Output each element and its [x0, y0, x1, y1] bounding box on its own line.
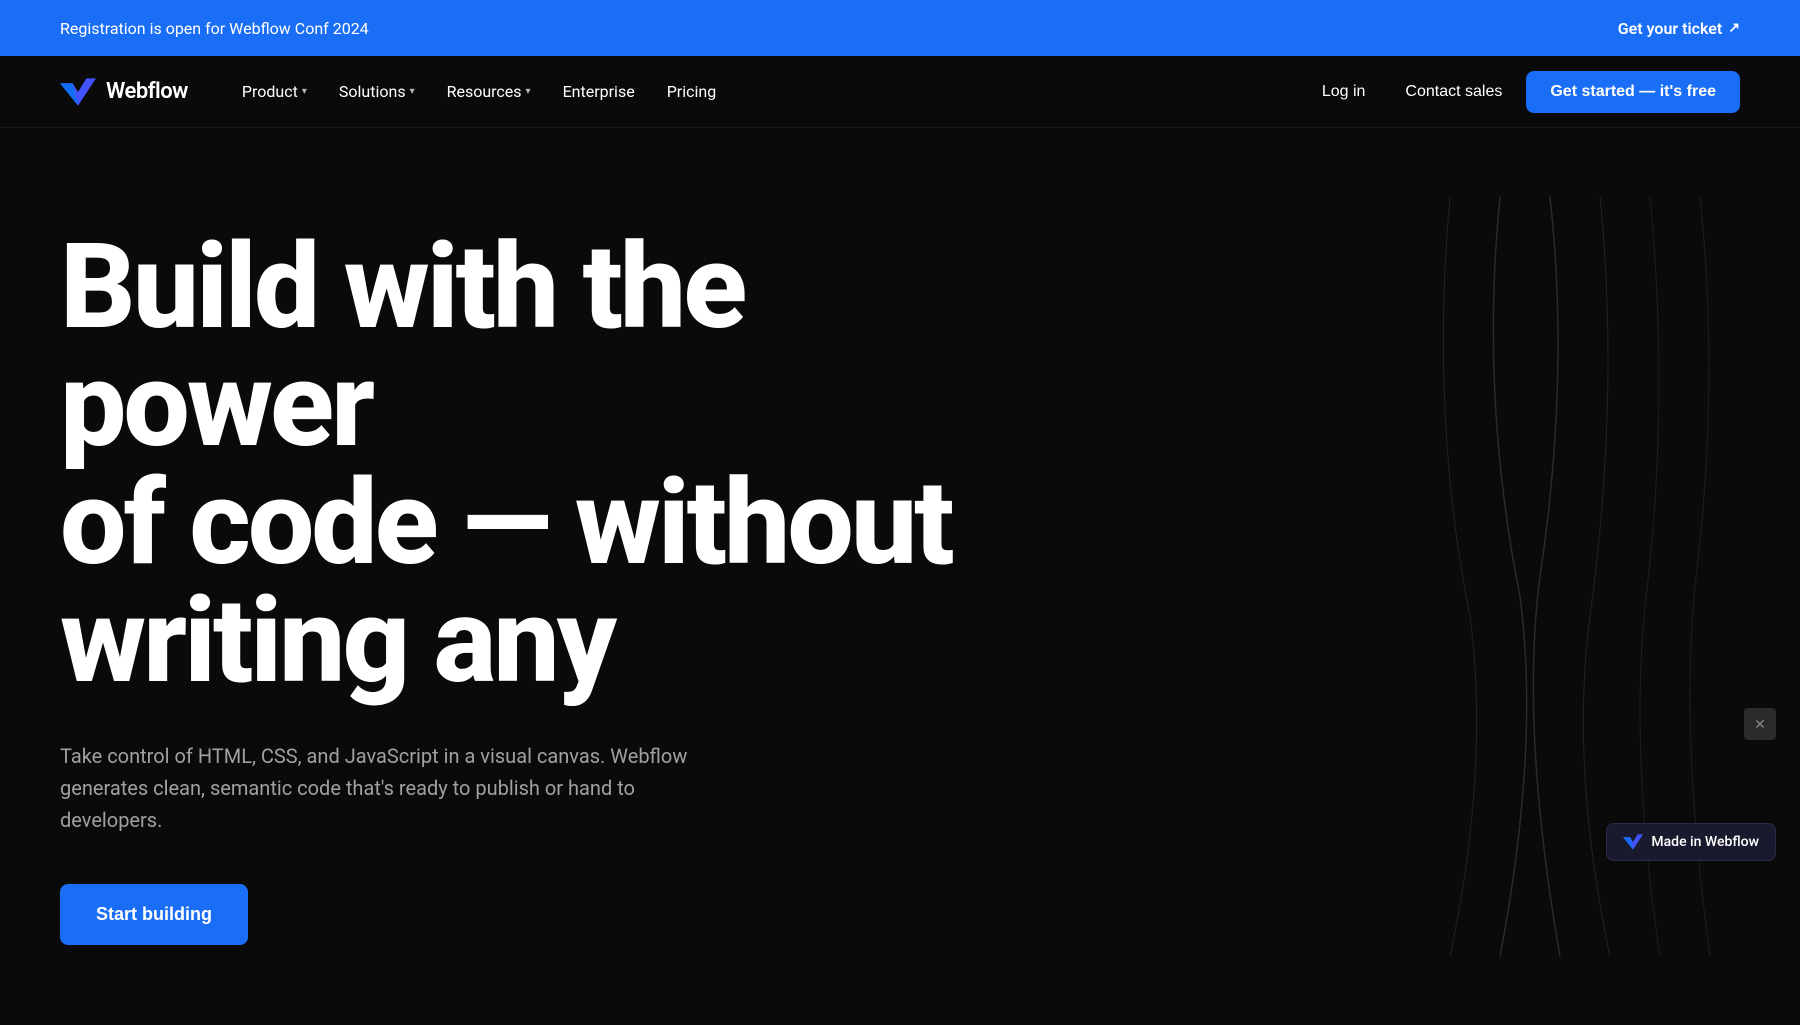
close-button[interactable]: ✕	[1744, 708, 1776, 740]
nav-item-resources-label: Resources	[447, 82, 522, 101]
hero-content: Build with the power of code — without w…	[60, 228, 1020, 945]
logo-text: Webflow	[106, 79, 188, 104]
hero-headline: Build with the power of code — without w…	[60, 228, 1020, 700]
navbar: Webflow Product ▾ Solutions ▾ Resources …	[0, 56, 1800, 128]
announcement-link-text: Get your ticket	[1618, 19, 1723, 38]
nav-item-solutions[interactable]: Solutions ▾	[325, 74, 429, 109]
nav-right: Log in Contact sales Get started — it's …	[1306, 71, 1740, 113]
login-button[interactable]: Log in	[1306, 75, 1382, 109]
nav-item-product-chevron: ▾	[302, 86, 307, 97]
announcement-bar: Registration is open for Webflow Conf 20…	[0, 0, 1800, 56]
announcement-link[interactable]: Get your ticket ↗	[1618, 19, 1740, 38]
hero-subtext: Take control of HTML, CSS, and JavaScrip…	[60, 740, 740, 836]
nav-item-resources[interactable]: Resources ▾	[433, 74, 545, 109]
announcement-text: Registration is open for Webflow Conf 20…	[60, 19, 369, 38]
webflow-logo-icon	[60, 78, 96, 106]
hero-headline-line1: Build with the power	[60, 218, 744, 474]
nav-item-enterprise[interactable]: Enterprise	[549, 74, 649, 109]
nav-item-resources-chevron: ▾	[526, 86, 531, 97]
nav-item-pricing-label: Pricing	[667, 82, 717, 101]
nav-left: Webflow Product ▾ Solutions ▾ Resources …	[60, 74, 730, 109]
contact-sales-button[interactable]: Contact sales	[1389, 75, 1518, 109]
announcement-link-arrow: ↗	[1728, 20, 1740, 36]
nav-item-product-label: Product	[242, 82, 298, 101]
made-in-webflow-badge[interactable]: Made in Webflow	[1606, 823, 1776, 861]
nav-item-pricing[interactable]: Pricing	[653, 74, 731, 109]
nav-item-enterprise-label: Enterprise	[563, 82, 635, 101]
nav-items: Product ▾ Solutions ▾ Resources ▾ Enterp…	[228, 74, 730, 109]
logo[interactable]: Webflow	[60, 78, 188, 106]
hero-section: Build with the power of code — without w…	[0, 128, 1800, 1025]
made-in-webflow-icon	[1623, 834, 1643, 850]
nav-item-solutions-label: Solutions	[339, 82, 406, 101]
get-started-button[interactable]: Get started — it's free	[1526, 71, 1740, 113]
nav-item-product[interactable]: Product ▾	[228, 74, 321, 109]
made-in-webflow-text: Made in Webflow	[1651, 834, 1759, 850]
hero-bg-lines	[900, 128, 1800, 1025]
hero-headline-line3: writing any	[60, 572, 614, 710]
start-building-button[interactable]: Start building	[60, 884, 248, 945]
nav-item-solutions-chevron: ▾	[410, 86, 415, 97]
